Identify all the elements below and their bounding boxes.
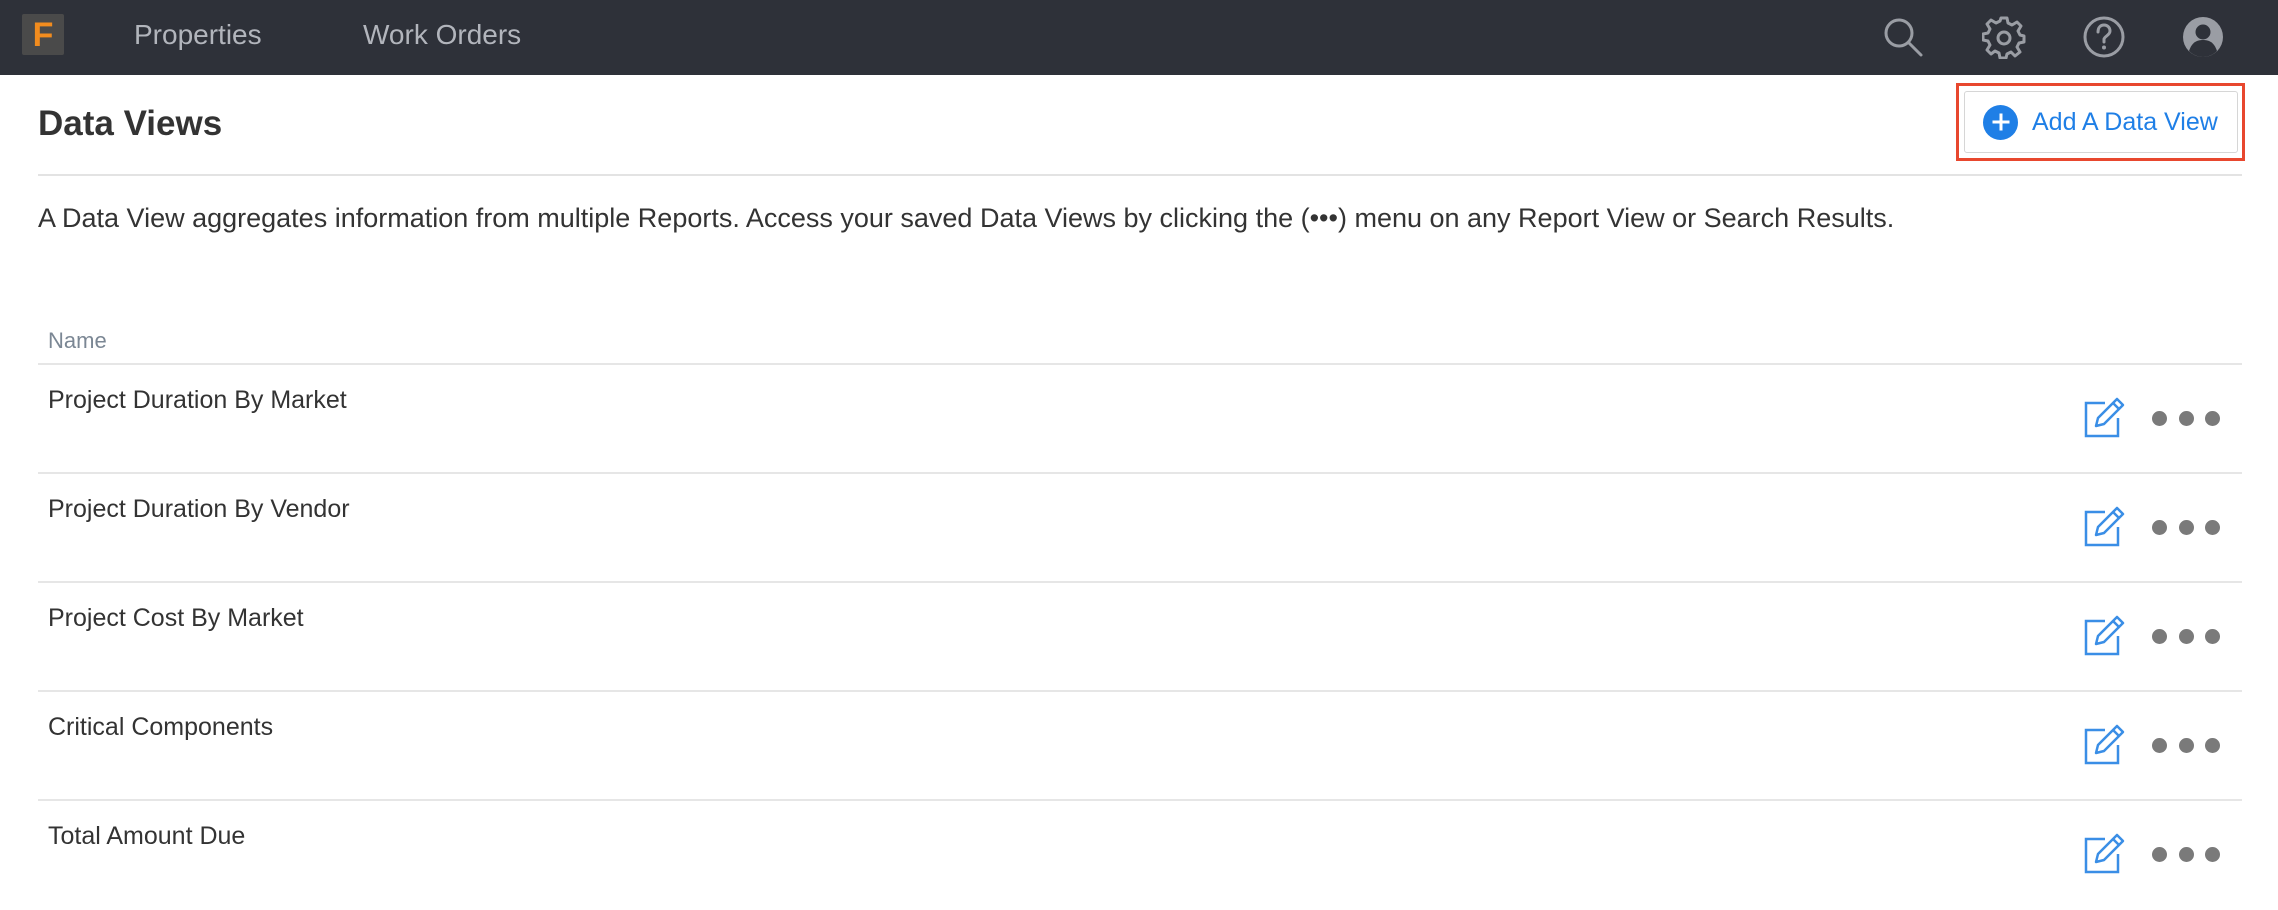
data-view-name[interactable]: Total Amount Due [48, 822, 245, 851]
logo-letter: F [32, 15, 54, 54]
search-icon[interactable] [1878, 12, 1928, 62]
table-row: Total Amount Due [38, 801, 2242, 910]
column-header-name[interactable]: Name [48, 328, 107, 354]
data-view-name[interactable]: Critical Components [48, 713, 273, 742]
data-view-list: Project Duration By Market Project Durat… [38, 365, 2242, 910]
table-row: Project Duration By Vendor [38, 474, 2242, 583]
more-options-icon[interactable] [2152, 518, 2220, 536]
top-nav-bar: F Properties Work Orders [0, 0, 2278, 75]
edit-icon[interactable] [2081, 723, 2125, 767]
more-options-icon[interactable] [2152, 409, 2220, 427]
edit-icon[interactable] [2081, 614, 2125, 658]
add-data-view-button[interactable]: Add A Data View [1964, 91, 2238, 153]
table-row: Project Duration By Market [38, 365, 2242, 474]
nav-link-properties[interactable]: Properties [134, 19, 262, 51]
app-logo[interactable]: F [22, 14, 64, 55]
plus-circle-icon [1983, 104, 2018, 140]
more-options-icon[interactable] [2152, 736, 2220, 754]
add-data-view-label: Add A Data View [2032, 107, 2218, 136]
data-view-name[interactable]: Project Cost By Market [48, 604, 304, 633]
edit-icon[interactable] [2081, 396, 2125, 440]
header-divider [38, 174, 2242, 176]
more-options-icon[interactable] [2152, 845, 2220, 863]
edit-icon[interactable] [2081, 832, 2125, 876]
user-icon[interactable] [2178, 12, 2228, 62]
page-description: A Data View aggregates information from … [38, 203, 1895, 233]
help-icon[interactable] [2079, 12, 2129, 62]
data-view-name[interactable]: Project Duration By Market [48, 386, 347, 415]
table-row: Project Cost By Market [38, 583, 2242, 692]
nav-link-work-orders[interactable]: Work Orders [363, 19, 521, 51]
data-view-name[interactable]: Project Duration By Vendor [48, 495, 350, 524]
gear-icon[interactable] [1979, 12, 2029, 62]
more-options-icon[interactable] [2152, 627, 2220, 645]
table-row: Critical Components [38, 692, 2242, 801]
page-title: Data Views [38, 104, 223, 143]
edit-icon[interactable] [2081, 505, 2125, 549]
